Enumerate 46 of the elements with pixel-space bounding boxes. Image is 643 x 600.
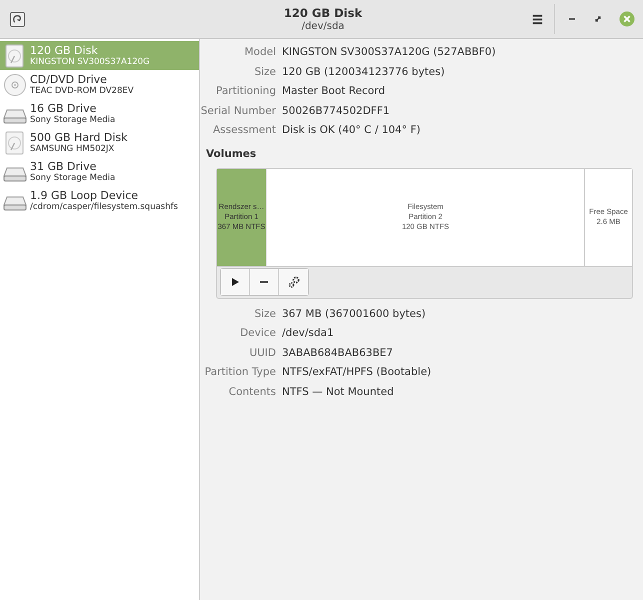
- field-value: Master Boot Record: [282, 84, 386, 99]
- field-label: Serial Number: [200, 104, 276, 118]
- device-detail: Sony Storage Media: [30, 114, 116, 126]
- field-value: /dev/sda1: [282, 326, 335, 341]
- window-title: 120 GB Disk: [284, 6, 362, 20]
- field-value: 367 MB (367001600 bytes): [282, 306, 427, 322]
- field-value: NTFS/exFAT/HPFS (Bootable): [282, 365, 432, 380]
- device-item[interactable]: CD/DVD Drive TEAC DVD-ROM DV28EV: [0, 70, 199, 99]
- device-name: 16 GB Drive: [30, 102, 98, 114]
- device-detail: TEAC DVD-ROM DV28EV: [30, 86, 134, 96]
- device-detail: Sony Storage Media: [30, 172, 116, 184]
- field-label: Assessment: [212, 123, 276, 138]
- disc-icon: [3, 72, 27, 96]
- device-item[interactable]: 500 GB Hard Disk SAMSUNG HM502JX: [0, 128, 199, 157]
- field-label: Device: [239, 326, 276, 341]
- field-label: Partition Type: [204, 365, 276, 380]
- device-name: CD/DVD Drive: [30, 72, 108, 86]
- field-label: Size: [253, 64, 276, 80]
- field-label: Model: [243, 45, 276, 60]
- maximize-icon[interactable]: [593, 14, 603, 24]
- device-detail: SAMSUNG HM502JX: [30, 144, 116, 154]
- device-detail: /cdrom/casper/filesystem.squashfs: [30, 202, 178, 212]
- play-icon: [230, 277, 240, 287]
- device-detail: KINGSTON SV300S37A120G: [30, 56, 150, 68]
- mount-button[interactable]: [221, 269, 250, 295]
- field-value: 50026B774502DFF1: [282, 104, 391, 118]
- device-item[interactable]: 16 GB Drive Sony Storage Media: [0, 99, 199, 128]
- field-value: Disk is OK (40° C / 104° F): [282, 123, 422, 138]
- field-value: NTFS — Not Mounted: [282, 384, 395, 400]
- field-value: 120 GB (120034123776 bytes): [282, 64, 446, 80]
- device-name: 31 GB Drive: [30, 160, 98, 172]
- field-label: UUID: [248, 346, 276, 360]
- field-value: KINGSTON SV300S37A120G (527ABBF0): [282, 45, 497, 60]
- device-name: 1.9 GB Loop Device: [30, 188, 140, 202]
- field-value: 3ABAB684BAB63BE7: [282, 346, 394, 360]
- device-item[interactable]: 1.9 GB Loop Device /cdrom/casper/filesystem.squashfs: [0, 186, 199, 215]
- section-heading: Volumes: [206, 148, 258, 160]
- field-label: Size: [253, 306, 276, 322]
- device-name: 120 GB Disk: [30, 44, 99, 56]
- gears-icon: [286, 275, 300, 289]
- menu-icon[interactable]: [531, 12, 544, 26]
- device-name: 500 GB Hard Disk: [30, 130, 128, 144]
- window-subtitle: /dev/sda: [302, 21, 344, 32]
- device-item[interactable]: 31 GB Drive Sony Storage Media: [0, 157, 199, 186]
- field-label: Partitioning: [215, 84, 276, 99]
- field-label: Contents: [228, 384, 276, 400]
